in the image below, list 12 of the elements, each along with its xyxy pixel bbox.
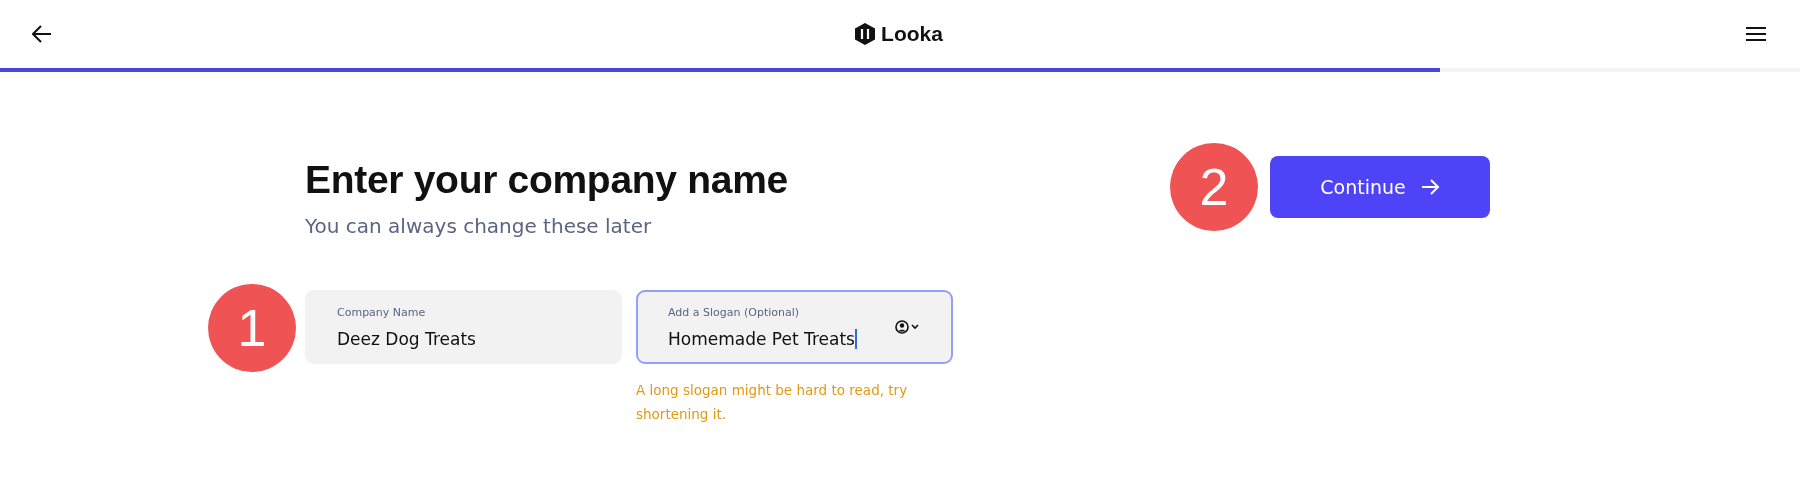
warning-text: A long slogan might be hard to read, try shortening it.	[636, 381, 909, 424]
input-field[interactable]: Add a Slogan (Optional) Homemade Pet Treats	[636, 290, 953, 364]
person-dropdown-icon[interactable]	[895, 320, 921, 334]
continue-button[interactable]: Continue	[1270, 156, 1490, 218]
step-number-badge: 2	[1170, 143, 1258, 231]
arrow-icon	[1421, 179, 1440, 195]
subtitle: You can always change these later	[305, 214, 653, 238]
logo-text: Looka	[881, 22, 943, 46]
logo-icon	[855, 23, 876, 45]
step-number-badge: 1	[208, 284, 296, 372]
page-heading: Enter your company name	[305, 158, 789, 202]
input-field[interactable]: Company Name Deez Dog Treats	[305, 290, 622, 364]
